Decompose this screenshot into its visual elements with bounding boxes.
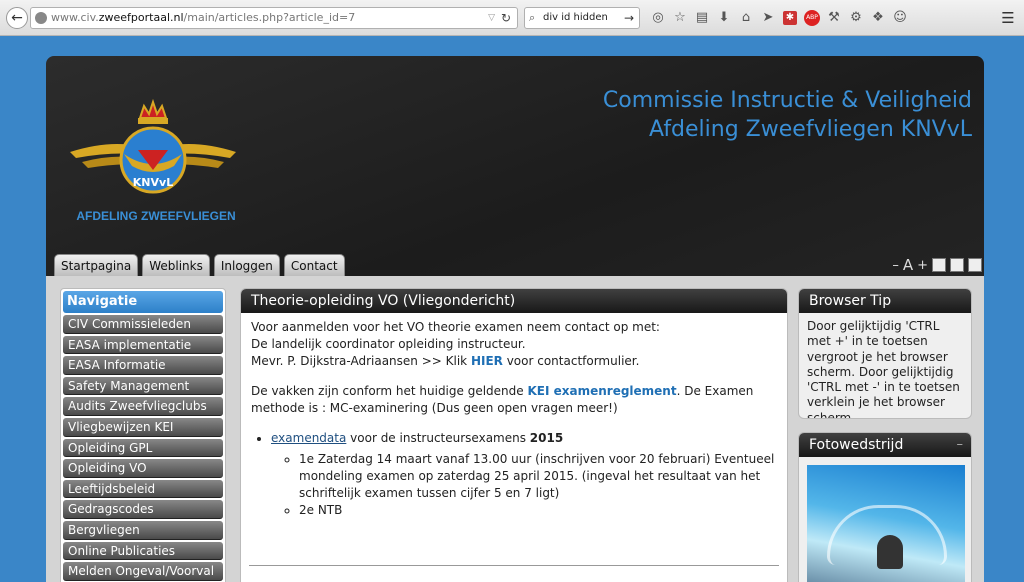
fotowedstrijd-title-text: Fotowedstrijd xyxy=(809,437,904,453)
collapse-icon[interactable]: – xyxy=(957,433,964,457)
site-title-line2: Afdeling Zweefvliegen KNVvL xyxy=(649,117,972,142)
contact-line1: Voor aanmelden voor het VO theorie exame… xyxy=(251,320,660,334)
nav-item[interactable]: Vliegbewijzen KEI xyxy=(63,417,223,437)
url-dropdown-icon[interactable]: ▽ xyxy=(488,8,495,28)
extension-icon[interactable]: ◎ xyxy=(648,8,668,28)
addon-red-icon[interactable]: ✱ xyxy=(783,11,797,25)
reload-icon[interactable]: ↻ xyxy=(501,8,511,28)
main-tabs: Startpagina Weblinks Inloggen Contact xyxy=(54,254,345,276)
exam-text-pre: De vakken zijn conform het huidige gelde… xyxy=(251,384,528,398)
url-path: /main/articles.php?article_id=7 xyxy=(183,11,356,24)
menu-icon[interactable]: ☰ xyxy=(998,8,1018,28)
glider-photo[interactable] xyxy=(807,465,965,582)
nav-item[interactable]: Melden Ongeval/Voorval xyxy=(63,562,223,581)
nav-item[interactable]: CIV Commissieleden xyxy=(63,315,223,334)
logo-text: AFDELING ZWEEFVLIEGEN xyxy=(76,209,236,223)
download-icon[interactable]: ⬇ xyxy=(714,8,734,28)
font-decrease-button[interactable]: – xyxy=(892,258,899,273)
nav-item[interactable]: Audits Zweefvliegclubs xyxy=(63,397,223,416)
tab-contact[interactable]: Contact xyxy=(283,254,345,276)
exam-paragraph: De vakken zijn conform het huidige gelde… xyxy=(251,383,777,417)
send-icon[interactable]: ➤ xyxy=(758,8,778,28)
browser-tip-panel: Browser Tip Door gelijktijdig 'CTRL met … xyxy=(798,288,972,419)
article-title: Theorie-opleiding VO (Vliegondericht) xyxy=(241,289,787,313)
layout-box-icon[interactable] xyxy=(950,258,964,272)
tab-inloggen[interactable]: Inloggen xyxy=(213,254,280,276)
chat-icon[interactable]: ☺ xyxy=(890,8,910,28)
tool-icon[interactable]: ⚒ xyxy=(824,8,844,28)
url-bar[interactable]: www.civ.zweefportaal.nl/main/articles.ph… xyxy=(30,7,518,29)
divider xyxy=(249,565,779,566)
bullet-text: voor de instructeursexamens xyxy=(346,431,530,445)
bullet-year: 2015 xyxy=(529,431,564,445)
nav-item[interactable]: Gedragscodes xyxy=(63,500,223,519)
url-domain: zweefportaal.nl xyxy=(98,11,184,24)
font-reset-button[interactable]: A xyxy=(903,256,913,274)
toolbar-icons: ◎ ☆ ▤ ⬇ ⌂ ➤ ✱ ABP ⚒ ⚙ ❖ ☺ xyxy=(648,8,910,28)
article-panel: Theorie-opleiding VO (Vliegondericht) Vo… xyxy=(240,288,788,582)
content-area: Navigatie CIV Commissieleden EASA implem… xyxy=(46,276,984,582)
browser-tip-title: Browser Tip xyxy=(799,289,971,313)
hier-link[interactable]: HIER xyxy=(471,354,503,368)
addon-icon[interactable]: ❖ xyxy=(868,8,888,28)
bookmark-star-icon[interactable]: ☆ xyxy=(670,8,690,28)
tab-startpagina[interactable]: Startpagina xyxy=(54,254,139,276)
home-icon[interactable]: ⌂ xyxy=(736,8,756,28)
layout-box-icon[interactable] xyxy=(968,258,982,272)
fotowedstrijd-title: Fotowedstrijd – xyxy=(799,433,971,457)
tab-weblinks[interactable]: Weblinks xyxy=(142,254,210,276)
back-icon[interactable]: ← xyxy=(6,7,28,29)
site-title: Commissie Instructie & Veiligheid Afdeli… xyxy=(603,86,972,144)
fotowedstrijd-panel: Fotowedstrijd – xyxy=(798,432,972,582)
contact-paragraph: Voor aanmelden voor het VO theorie exame… xyxy=(251,319,777,370)
page: KNVvL AFDELING ZWEEFVLIEGEN Commissie In… xyxy=(46,56,984,582)
browser-tip-text: Door gelijktijdig 'CTRL met +' in te toe… xyxy=(807,319,960,419)
site-header: KNVvL AFDELING ZWEEFVLIEGEN Commissie In… xyxy=(46,56,984,276)
nav-item[interactable]: Leeftijdsbeleid xyxy=(63,479,223,499)
navigation-title: Navigatie xyxy=(63,291,223,313)
knvvl-logo-icon: KNVvL xyxy=(70,98,236,194)
contact-line2: De landelijk coordinator opleiding instr… xyxy=(251,337,526,351)
browser-toolbar: ← www.civ.zweefportaal.nl/main/articles.… xyxy=(0,0,1024,36)
exam-list: examendata voor de instructeursexamens 2… xyxy=(251,430,777,519)
examendata-link[interactable]: examendata xyxy=(271,431,346,445)
font-size-controls: – A + xyxy=(892,254,982,276)
contact-line3-pre: Mevr. P. Dijkstra-Adriaansen >> Klik xyxy=(251,354,471,368)
adblock-icon[interactable]: ABP xyxy=(804,10,820,26)
exam-dates-list: 1e Zaterdag 14 maart vanaf 13.00 uur (in… xyxy=(271,451,777,519)
nav-item[interactable]: Bergvliegen xyxy=(63,520,223,540)
url-prefix: www.civ. xyxy=(51,11,99,24)
search-go-icon[interactable]: → xyxy=(624,8,634,28)
pilot-silhouette xyxy=(877,535,903,569)
nav-item[interactable]: Opleiding GPL xyxy=(63,438,223,458)
search-bar[interactable]: ⌕ div id hidden → xyxy=(524,7,640,29)
nav-item[interactable]: Opleiding VO xyxy=(63,459,223,478)
nav-item[interactable]: EASA Informatie xyxy=(63,356,223,375)
font-increase-button[interactable]: + xyxy=(917,258,928,273)
tool2-icon[interactable]: ⚙ xyxy=(846,8,866,28)
layout-box-icon[interactable] xyxy=(932,258,946,272)
article-body: Voor aanmelden voor het VO theorie exame… xyxy=(241,313,787,525)
nav-item[interactable]: Online Publicaties xyxy=(63,541,223,561)
reading-list-icon[interactable]: ▤ xyxy=(692,8,712,28)
navigation-panel: Navigatie CIV Commissieleden EASA implem… xyxy=(60,288,226,582)
list-item: 2e NTB xyxy=(299,502,777,519)
browser-tip-title-text: Browser Tip xyxy=(809,293,892,309)
logo-emblem-text: KNVvL xyxy=(133,176,173,189)
nav-item[interactable]: Safety Management xyxy=(63,376,223,396)
globe-icon xyxy=(35,12,47,24)
list-item: examendata voor de instructeursexamens 2… xyxy=(271,430,777,519)
nav-item[interactable]: EASA implementatie xyxy=(63,335,223,355)
list-item: 1e Zaterdag 14 maart vanaf 13.00 uur (in… xyxy=(299,451,777,502)
kei-examenreglement-link[interactable]: KEI examenreglement xyxy=(527,384,676,398)
site-title-line1: Commissie Instructie & Veiligheid xyxy=(602,88,972,113)
contact-line3-post: voor contactformulier. xyxy=(502,354,640,368)
search-icon: ⌕ xyxy=(529,11,536,24)
search-value: div id hidden xyxy=(543,12,608,23)
